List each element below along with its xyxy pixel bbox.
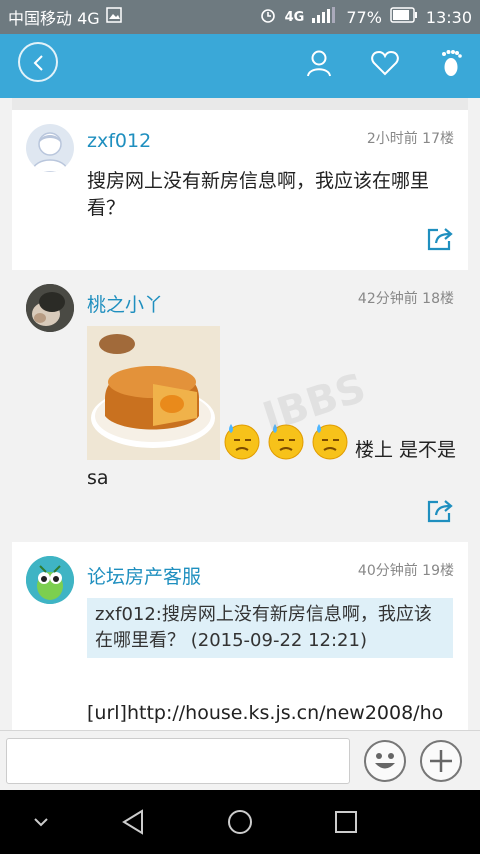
quote-block: zxf012:搜房网上没有新房信息啊，我应该在哪里看？ (2015-09-22 … [87,598,453,658]
back-button[interactable] [18,42,58,82]
app-bar [0,34,480,98]
footprint-icon[interactable] [436,48,466,78]
network-type-label: 4G [284,9,305,25]
reply-input[interactable] [6,738,350,784]
chevron-down-icon[interactable] [32,816,50,828]
post-17: zxf012 2小时前 17楼 搜房网上没有新房信息啊，我应该在哪里看？ [12,110,468,270]
thread-content[interactable]: zxf012 2小时前 17楼 搜房网上没有新房信息啊，我应该在哪里看？ 桃之小… [0,98,480,730]
recents-square-icon[interactable] [334,810,358,834]
add-button[interactable] [420,740,462,782]
battery-label: 77% [346,7,382,27]
divider [12,98,468,110]
signal-icon [312,7,338,27]
reply-bar [0,730,480,790]
share-icon[interactable] [426,226,454,252]
post-text: 楼上 是不是sa [87,439,457,489]
post-18: 桃之小丫 42分钟前 18楼 楼上 是不是sa IBBS [12,270,468,542]
chevron-left-icon [33,55,43,71]
avatar[interactable] [26,284,74,332]
avatar[interactable] [26,556,74,604]
avatar[interactable] [26,124,74,172]
status-bar: 中国移动 4G 4G 77% 13:30 [0,0,480,34]
smiley-icon [375,753,395,769]
plus-icon [430,750,452,772]
post-meta: 40分钟前 19楼 [357,563,454,579]
post-meta: 42分钟前 18楼 [357,291,454,307]
home-circle-icon[interactable] [226,808,254,836]
battery-icon [390,7,418,27]
user-icon[interactable] [304,48,334,78]
image-notification-icon [105,7,122,27]
post-username[interactable]: zxf012 [87,130,151,152]
system-nav-bar [0,790,480,854]
carrier-label: 中国移动 4G [8,9,100,28]
post-19: 论坛房产客服 40分钟前 19楼 zxf012:搜房网上没有新房信息啊，我应该在… [12,542,468,730]
post-username[interactable]: 论坛房产客服 [87,562,201,589]
share-icon[interactable] [426,498,454,524]
time-label: 13:30 [425,7,472,27]
back-triangle-icon[interactable] [120,808,146,836]
post-text: 搜房网上没有新房信息啊，我应该在哪里看？ [87,170,430,219]
emoji-button[interactable] [364,740,406,782]
alarm-icon [259,6,277,28]
post-username[interactable]: 桃之小丫 [87,290,163,317]
post-meta: 2小时前 17楼 [366,131,454,147]
post-text[interactable]: [url]http://house.ks.js.cn/new2008/ho [87,700,455,727]
heart-icon[interactable] [370,48,400,78]
